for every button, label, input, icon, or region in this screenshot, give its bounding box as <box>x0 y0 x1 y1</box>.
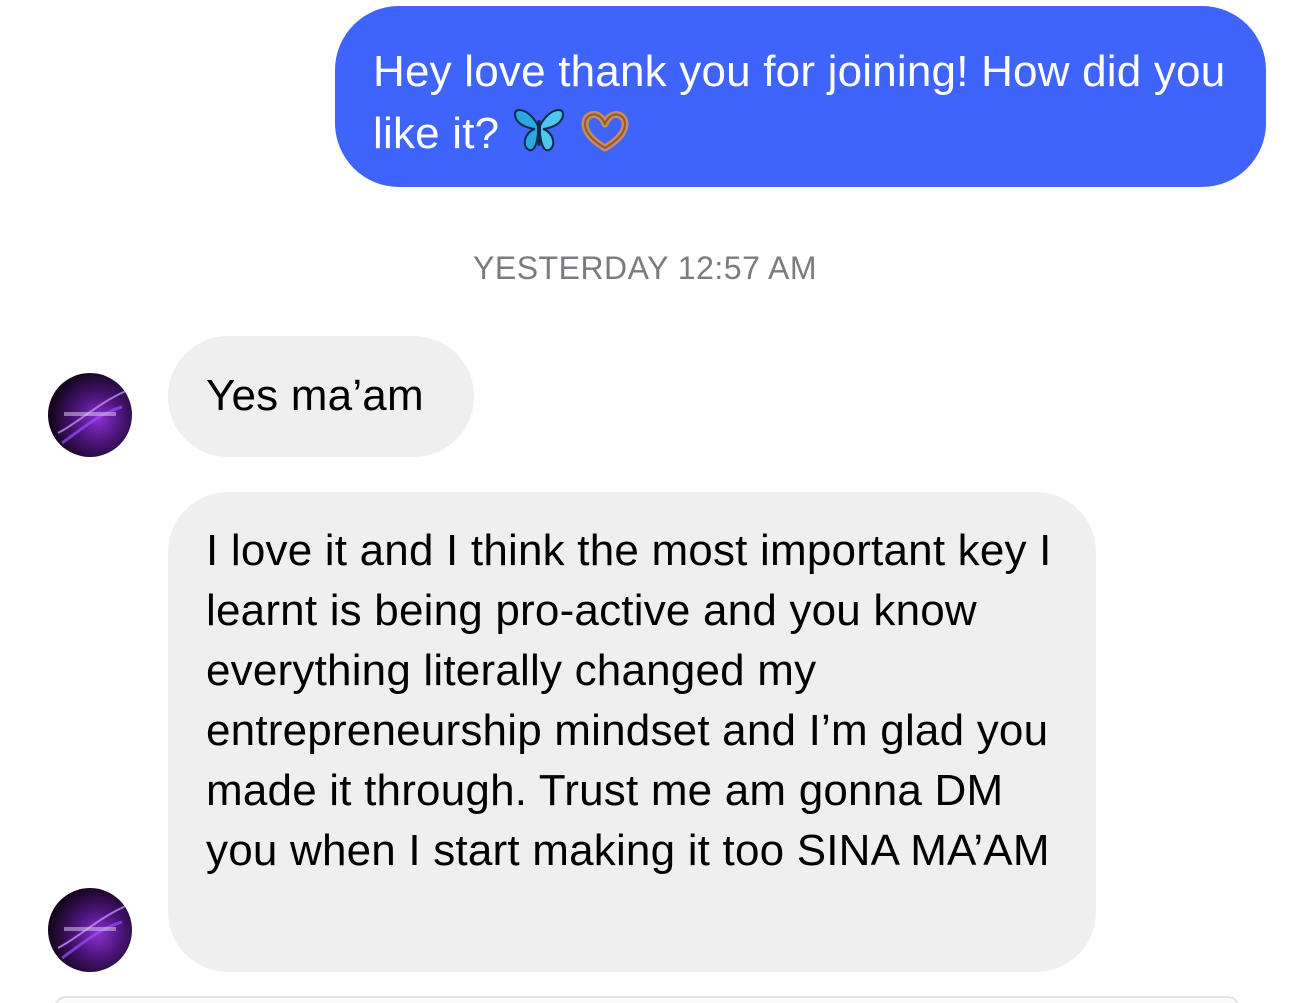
heart-hands-emoji-icon <box>581 110 629 152</box>
incoming-message-bubble[interactable]: I love it and I think the most important… <box>168 492 1096 972</box>
contact-avatar[interactable] <box>48 888 132 972</box>
avatar-logo-icon <box>57 390 127 445</box>
contact-avatar[interactable] <box>48 373 132 457</box>
message-composer[interactable] <box>54 996 1240 1003</box>
butterfly-emoji-icon <box>514 109 565 152</box>
outgoing-message-text: Hey love thank you for joining! How did … <box>373 47 1226 158</box>
avatar-logo-icon <box>57 905 127 960</box>
outgoing-message-bubble[interactable]: Hey love thank you for joining! How did … <box>335 6 1266 187</box>
incoming-message-text: I love it and I think the most important… <box>206 526 1052 875</box>
incoming-message-bubble[interactable]: Yes ma’am <box>168 336 474 457</box>
message-emoji-group <box>511 102 633 158</box>
chat-thread: Hey love thank you for joining! How did … <box>0 0 1290 1003</box>
message-timestamp: YESTERDAY 12:57 AM <box>473 250 817 286</box>
incoming-message-text: Yes ma’am <box>206 371 424 420</box>
